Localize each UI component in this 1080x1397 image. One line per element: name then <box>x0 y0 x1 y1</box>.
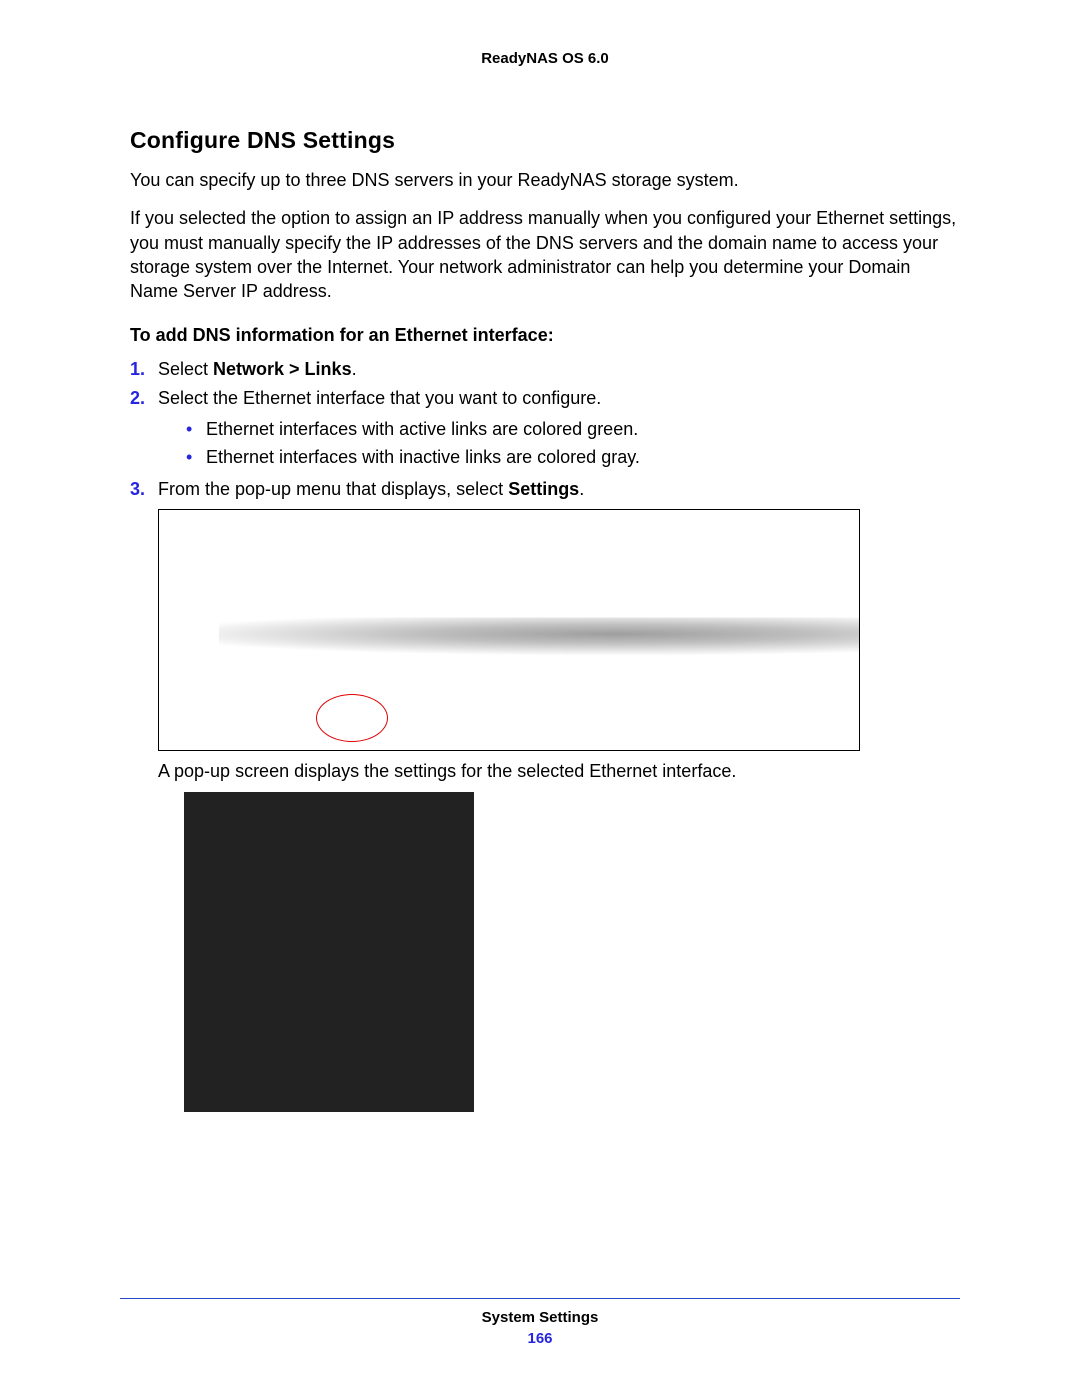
step-1: Select Network > Links. <box>130 356 960 383</box>
footer-section-name: System Settings <box>120 1309 960 1326</box>
document-header: ReadyNAS OS 6.0 <box>130 50 960 67</box>
footer-page-number: 166 <box>120 1330 960 1347</box>
step-1-prefix: Select <box>158 359 213 379</box>
section-heading: Configure DNS Settings <box>130 127 960 154</box>
step-3-bold: Settings <box>508 479 579 499</box>
step-1-bold: Network > Links <box>213 359 352 379</box>
step-3-prefix: From the pop-up menu that displays, sele… <box>158 479 508 499</box>
after-figure-text: A pop-up screen displays the settings fo… <box>158 759 960 783</box>
step-2-text: Select the Ethernet interface that you w… <box>158 388 601 408</box>
bullet-1: Ethernet interfaces with active links ar… <box>186 416 960 444</box>
step-3: From the pop-up menu that displays, sele… <box>130 476 960 503</box>
step-2: Select the Ethernet interface that you w… <box>130 385 960 472</box>
step-1-suffix: . <box>352 359 357 379</box>
screenshot-2 <box>184 792 474 1112</box>
page-footer: System Settings 166 <box>120 1298 960 1347</box>
shadow-graphic <box>219 618 860 673</box>
paragraph-2: If you selected the option to assign an … <box>130 206 960 303</box>
step-3-suffix: . <box>579 479 584 499</box>
step-2-bullets: Ethernet interfaces with active links ar… <box>186 416 960 472</box>
highlight-oval-icon <box>316 694 388 742</box>
steps-list: Select Network > Links. Select the Ether… <box>130 356 960 503</box>
paragraph-1: You can specify up to three DNS servers … <box>130 168 960 192</box>
procedure-heading: To add DNS information for an Ethernet i… <box>130 325 960 346</box>
bullet-2: Ethernet interfaces with inactive links … <box>186 444 960 472</box>
screenshot-1 <box>158 509 860 751</box>
